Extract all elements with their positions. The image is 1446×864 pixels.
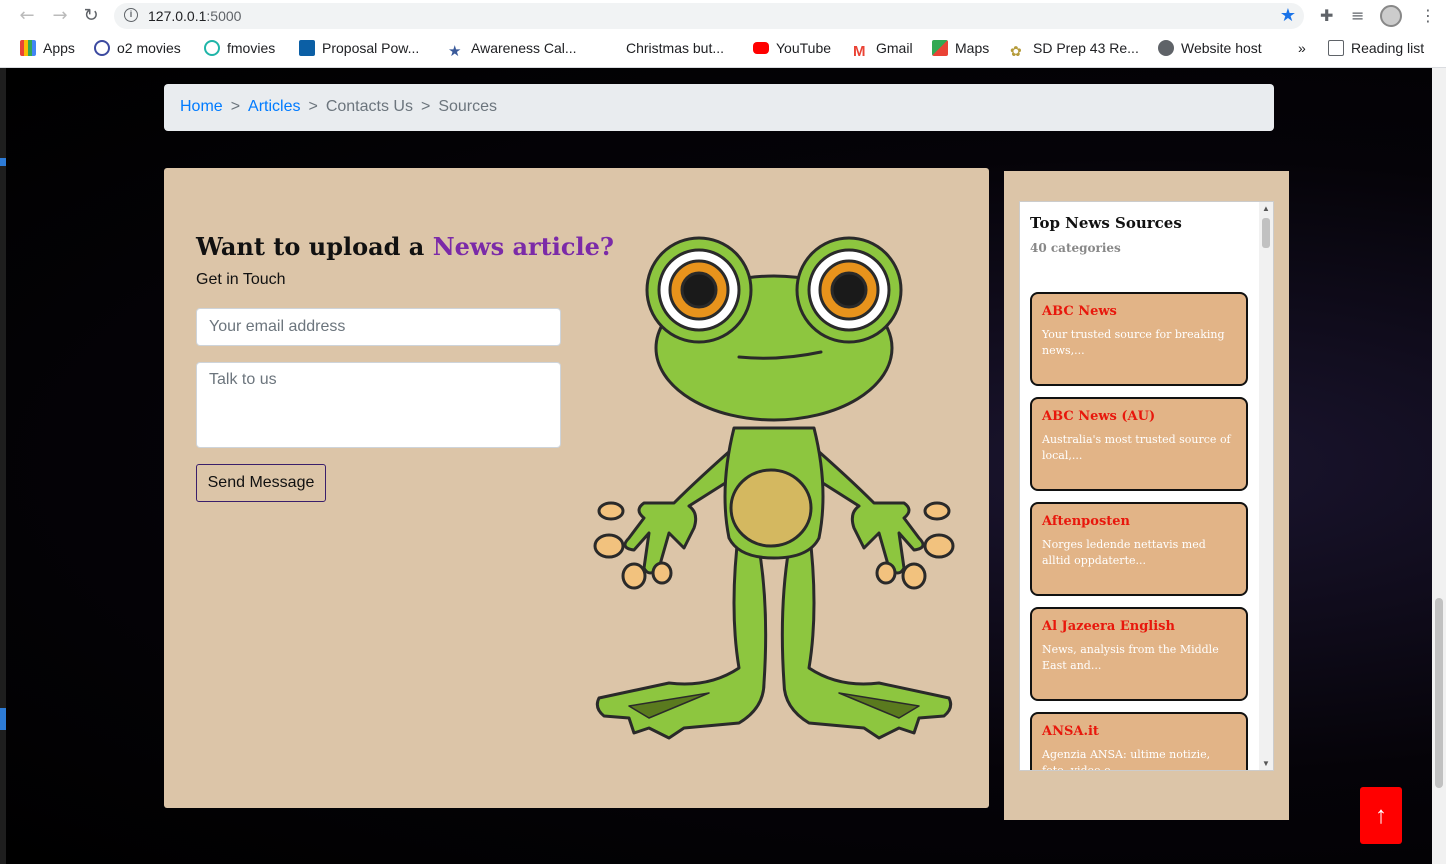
gmail-icon: M xyxy=(853,43,866,60)
back-arrow-icon[interactable]: ← xyxy=(16,5,38,27)
source-name: ANSA.it xyxy=(1042,724,1099,739)
bookmark-o2-movies[interactable]: o2 movies xyxy=(94,40,181,56)
apps-grid-icon xyxy=(20,40,36,56)
o2-icon xyxy=(94,40,110,56)
scroll-down-arrow-icon[interactable]: ▼ xyxy=(1262,759,1270,768)
profile-avatar[interactable] xyxy=(1380,5,1402,27)
source-card[interactable]: ABC News Your trusted source for breaking… xyxy=(1030,292,1248,386)
source-name: ABC News (AU) xyxy=(1042,409,1156,424)
breadcrumb-contacts: Contacts Us xyxy=(325,98,413,115)
bookmark-star-icon[interactable]: ★ xyxy=(1280,5,1296,26)
source-name: Al Jazeera English xyxy=(1042,619,1175,634)
bookmarks-overflow[interactable]: » xyxy=(1298,40,1306,56)
address-url[interactable]: 127.0.0.1:5000 xyxy=(148,8,241,24)
scroll-up-arrow-icon[interactable]: ▲ xyxy=(1262,204,1270,213)
page-scrollbar[interactable] xyxy=(1432,68,1446,864)
email-field[interactable] xyxy=(196,308,561,346)
reload-icon[interactable]: ↻ xyxy=(80,5,102,27)
contact-heading: Want to upload a News article? xyxy=(196,232,614,261)
bookmark-proposal[interactable]: Proposal Pow... xyxy=(299,40,419,56)
breadcrumb-articles[interactable]: Articles xyxy=(248,98,300,115)
bookmark-youtube[interactable]: YouTube xyxy=(753,40,831,56)
bookmark-sd-prep[interactable]: ✿ SD Prep 43 Re... xyxy=(1010,40,1139,59)
breadcrumb-sources: Sources xyxy=(438,98,498,115)
contact-card: Want to upload a News article? Get in To… xyxy=(164,168,989,808)
source-desc: Agenzia ANSA: ultime notizie, foto, vide… xyxy=(1042,748,1211,771)
source-desc: News, analysis from the Middle East and.… xyxy=(1042,643,1219,672)
address-bar[interactable]: i 127.0.0.1:5000 ★ xyxy=(114,3,1304,29)
bookmark-fmovies[interactable]: fmovies xyxy=(204,40,275,56)
bookmark-gmail[interactable]: M Gmail xyxy=(853,40,913,60)
browser-chrome: ← → ↻ i 127.0.0.1:5000 ★ ✚ ≡ ⋮ Apps o2 m… xyxy=(0,0,1446,68)
page-content: Home > Articles > Contacts Us > Sources Want t… xyxy=(6,68,1432,864)
sources-title: Top News Sources xyxy=(1030,214,1182,232)
reading-list[interactable]: Reading list xyxy=(1328,40,1424,56)
source-desc: Norges ledende nettavis med alltid oppda… xyxy=(1042,538,1206,567)
source-card[interactable]: ABC News (AU) Australia's most trusted so… xyxy=(1030,397,1248,491)
bookmark-apps[interactable]: Apps xyxy=(20,40,75,56)
site-info-icon[interactable]: i xyxy=(124,8,138,22)
globe-icon xyxy=(1158,40,1174,56)
media-queue-icon[interactable]: ≡ xyxy=(1351,6,1364,25)
back-to-top-button[interactable]: ↑ xyxy=(1360,787,1402,844)
youtube-icon xyxy=(753,42,769,54)
browser-toolbar: ← → ↻ i 127.0.0.1:5000 ★ ✚ ≡ ⋮ xyxy=(0,0,1446,32)
scrollbar-thumb[interactable] xyxy=(1262,218,1270,248)
sources-count: 40 categories xyxy=(1030,241,1121,255)
send-message-button[interactable]: Send Message xyxy=(196,464,326,502)
bookmark-website-host[interactable]: Website host xyxy=(1158,40,1262,56)
source-name: Aftenposten xyxy=(1042,514,1130,529)
source-card[interactable]: Aftenposten Norges ledende nettavis med a… xyxy=(1030,502,1248,596)
source-name: ABC News xyxy=(1042,304,1117,319)
maps-pin-icon xyxy=(932,40,948,56)
bookmarks-bar: Apps o2 movies fmovies Proposal Pow... ★… xyxy=(0,36,1446,62)
sources-list: ABC News Your trusted source for breaking… xyxy=(1030,292,1248,771)
source-desc: Your trusted source for breaking news,..… xyxy=(1042,328,1225,357)
extensions-puzzle-icon[interactable]: ✚ xyxy=(1320,6,1333,25)
reading-list-icon xyxy=(1328,40,1344,56)
play-circle-icon xyxy=(204,40,220,56)
sd-prep-icon: ✿ xyxy=(1010,43,1022,59)
breadcrumb-home[interactable]: Home xyxy=(180,98,223,115)
message-textarea[interactable] xyxy=(196,362,561,448)
contact-subheading: Get in Touch xyxy=(196,271,286,288)
sources-panel: Top News Sources 40 categories ABC News Y… xyxy=(1004,171,1289,820)
proposal-icon xyxy=(299,40,315,56)
bookmark-christmas[interactable]: Christmas but... xyxy=(626,40,724,56)
frog-illustration xyxy=(593,236,955,740)
source-card[interactable]: ANSA.it Agenzia ANSA: ultime notizie, fot… xyxy=(1030,712,1248,771)
page-scrollbar-thumb[interactable] xyxy=(1435,598,1443,788)
source-card[interactable]: Al Jazeera English News, analysis from th… xyxy=(1030,607,1248,701)
star-icon: ★ xyxy=(448,43,462,60)
forward-arrow-icon[interactable]: → xyxy=(49,5,71,27)
bookmark-maps[interactable]: Maps xyxy=(932,40,989,56)
sources-scrollbar[interactable]: ▲ ▼ xyxy=(1259,202,1273,770)
bookmark-awareness[interactable]: ★ Awareness Cal... xyxy=(448,40,577,60)
kebab-menu-icon[interactable]: ⋮ xyxy=(1420,6,1436,25)
sources-scroll-box[interactable]: Top News Sources 40 categories ABC News Y… xyxy=(1019,201,1274,771)
breadcrumb: Home > Articles > Contacts Us > Sources xyxy=(164,84,1274,131)
source-desc: Australia's most trusted source of local… xyxy=(1042,433,1231,462)
